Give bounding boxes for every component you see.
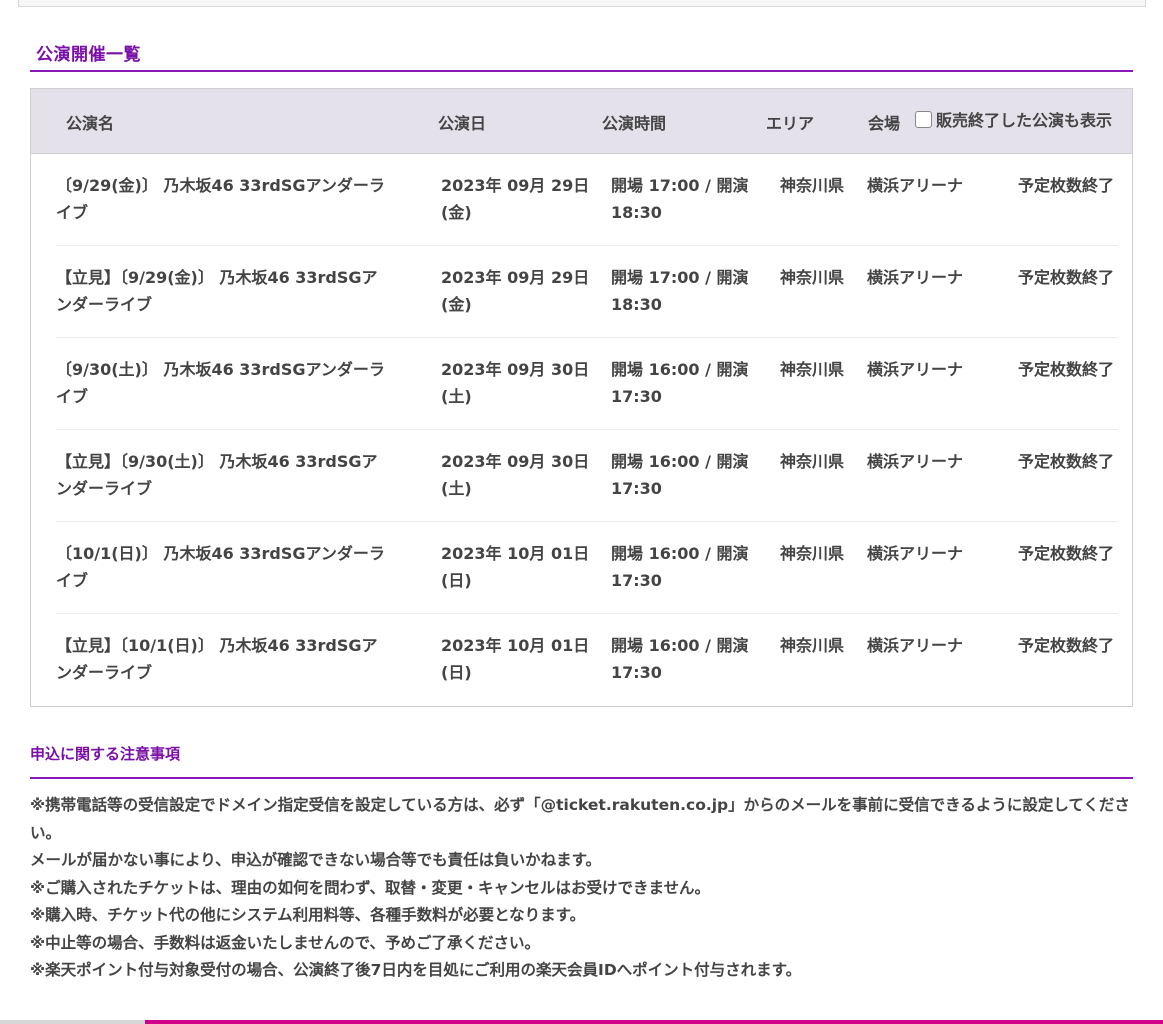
footer-tab <box>0 1020 145 1024</box>
table-row[interactable]: 【立見】〔9/30(土)〕 乃木坂46 33rdSGアンダーライブ 2023年 … <box>31 430 1132 522</box>
performance-venue: 横浜アリーナ <box>867 544 964 563</box>
performance-date: 2023年 09月 30日 (土) <box>441 360 590 406</box>
table-header: 公演名 公演日 公演時間 エリア 会場 販売終了した公演も表示 <box>31 89 1132 154</box>
footer-accent-bar <box>0 1020 1163 1024</box>
table-row[interactable]: 【立見】〔10/1(日)〕 乃木坂46 33rdSGアンダーライブ 2023年 … <box>31 614 1132 706</box>
table-row[interactable]: 〔9/30(土)〕 乃木坂46 33rdSGアンダーライブ 2023年 09月 … <box>31 338 1132 430</box>
performance-venue: 横浜アリーナ <box>867 636 964 655</box>
note-line: ※楽天ポイント付与対象受付の場合、公演終了後7日内を目処にご利用の楽天会員IDへ… <box>30 961 802 979</box>
notes-text: ※携帯電話等の受信設定でドメイン指定受信を設定している方は、必ず「@ticket… <box>30 792 1130 985</box>
header-time: 公演時間 <box>602 114 667 133</box>
status-badge: 予定枚数終了 <box>1018 360 1115 379</box>
performance-time: 開場 16:00 / 開演 17:30 <box>611 544 749 590</box>
note-line: ※購入時、チケット代の他にシステム利用料等、各種手数料が必要となります。 <box>30 906 586 924</box>
note-line: ※携帯電話等の受信設定でドメイン指定受信を設定している方は、必ず「@ticket… <box>30 796 1130 842</box>
header-name: 公演名 <box>66 114 115 133</box>
performance-time: 開場 16:00 / 開演 17:30 <box>611 360 749 406</box>
table-row[interactable]: 【立見】〔9/29(金)〕 乃木坂46 33rdSGアンダーライブ 2023年 … <box>31 246 1132 338</box>
performance-time: 開場 17:00 / 開演 18:30 <box>611 268 749 314</box>
performance-area: 神奈川県 <box>780 360 845 379</box>
performance-date: 2023年 09月 29日 (金) <box>441 176 590 222</box>
performances-section-title: 公演開催一覧 <box>36 45 141 65</box>
performance-area: 神奈川県 <box>780 636 845 655</box>
notes-section-title: 申込に関する注意事項 <box>30 745 181 763</box>
status-badge: 予定枚数終了 <box>1018 268 1115 287</box>
note-line: ※ご購入されたチケットは、理由の如何を問わず、取替・変更・キャンセルはお受けでき… <box>30 878 711 897</box>
performance-venue: 横浜アリーナ <box>867 176 964 195</box>
performance-date: 2023年 09月 29日 (金) <box>441 268 590 314</box>
table-row[interactable]: 〔9/29(金)〕 乃木坂46 33rdSGアンダーライブ 2023年 09月 … <box>31 154 1132 246</box>
header-date: 公演日 <box>438 114 487 133</box>
performance-date: 2023年 10月 01日 (日) <box>441 636 590 682</box>
performance-time: 開場 17:00 / 開演 18:30 <box>611 176 749 222</box>
performance-name: 〔9/30(土)〕 乃木坂46 33rdSGアンダーライブ <box>56 360 385 406</box>
performance-name: 〔10/1(日)〕 乃木坂46 33rdSGアンダーライブ <box>56 544 385 590</box>
performance-date: 2023年 10月 01日 (日) <box>441 544 590 590</box>
status-badge: 予定枚数終了 <box>1018 176 1115 195</box>
performance-area: 神奈川県 <box>780 268 845 287</box>
note-line: メールが届かない事により、申込が確認できない場合等でも責任は負いかねます。 <box>30 851 602 869</box>
performance-area: 神奈川県 <box>780 176 845 195</box>
performance-venue: 横浜アリーナ <box>867 268 964 287</box>
header-venue: 会場 <box>868 114 901 133</box>
performance-time: 開場 16:00 / 開演 17:30 <box>611 452 749 498</box>
status-badge: 予定枚数終了 <box>1018 452 1115 471</box>
performances-table: 公演名 公演日 公演時間 エリア 会場 販売終了した公演も表示 〔9/29(金)… <box>30 88 1133 707</box>
status-badge: 予定枚数終了 <box>1018 544 1115 563</box>
table-body: 〔9/29(金)〕 乃木坂46 33rdSGアンダーライブ 2023年 09月 … <box>31 154 1132 706</box>
performance-venue: 横浜アリーナ <box>867 360 964 379</box>
note-line: ※中止等の場合、手数料は返金いたしませんので、予めご了承ください。 <box>30 933 540 952</box>
performance-time: 開場 16:00 / 開演 17:30 <box>611 636 749 682</box>
section-divider <box>30 777 1133 779</box>
show-ended-checkbox[interactable] <box>915 110 932 128</box>
performance-name: 〔9/29(金)〕 乃木坂46 33rdSGアンダーライブ <box>56 176 385 222</box>
performance-name: 【立見】〔9/30(土)〕 乃木坂46 33rdSGアンダーライブ <box>56 452 378 498</box>
table-row[interactable]: 〔10/1(日)〕 乃木坂46 33rdSGアンダーライブ 2023年 10月 … <box>31 522 1132 614</box>
show-ended-toggle[interactable]: 販売終了した公演も表示 <box>915 107 1112 131</box>
performance-venue: 横浜アリーナ <box>867 452 964 471</box>
status-badge: 予定枚数終了 <box>1018 636 1115 655</box>
performance-name: 【立見】〔10/1(日)〕 乃木坂46 33rdSGアンダーライブ <box>56 636 378 682</box>
previous-section-box <box>18 0 1146 7</box>
performance-date: 2023年 09月 30日 (土) <box>441 452 590 498</box>
performance-area: 神奈川県 <box>780 544 845 563</box>
performance-area: 神奈川県 <box>780 452 845 471</box>
show-ended-label: 販売終了した公演も表示 <box>936 111 1113 130</box>
section-divider <box>30 70 1133 72</box>
performance-name: 【立見】〔9/29(金)〕 乃木坂46 33rdSGアンダーライブ <box>56 268 378 314</box>
header-area: エリア <box>766 114 815 133</box>
